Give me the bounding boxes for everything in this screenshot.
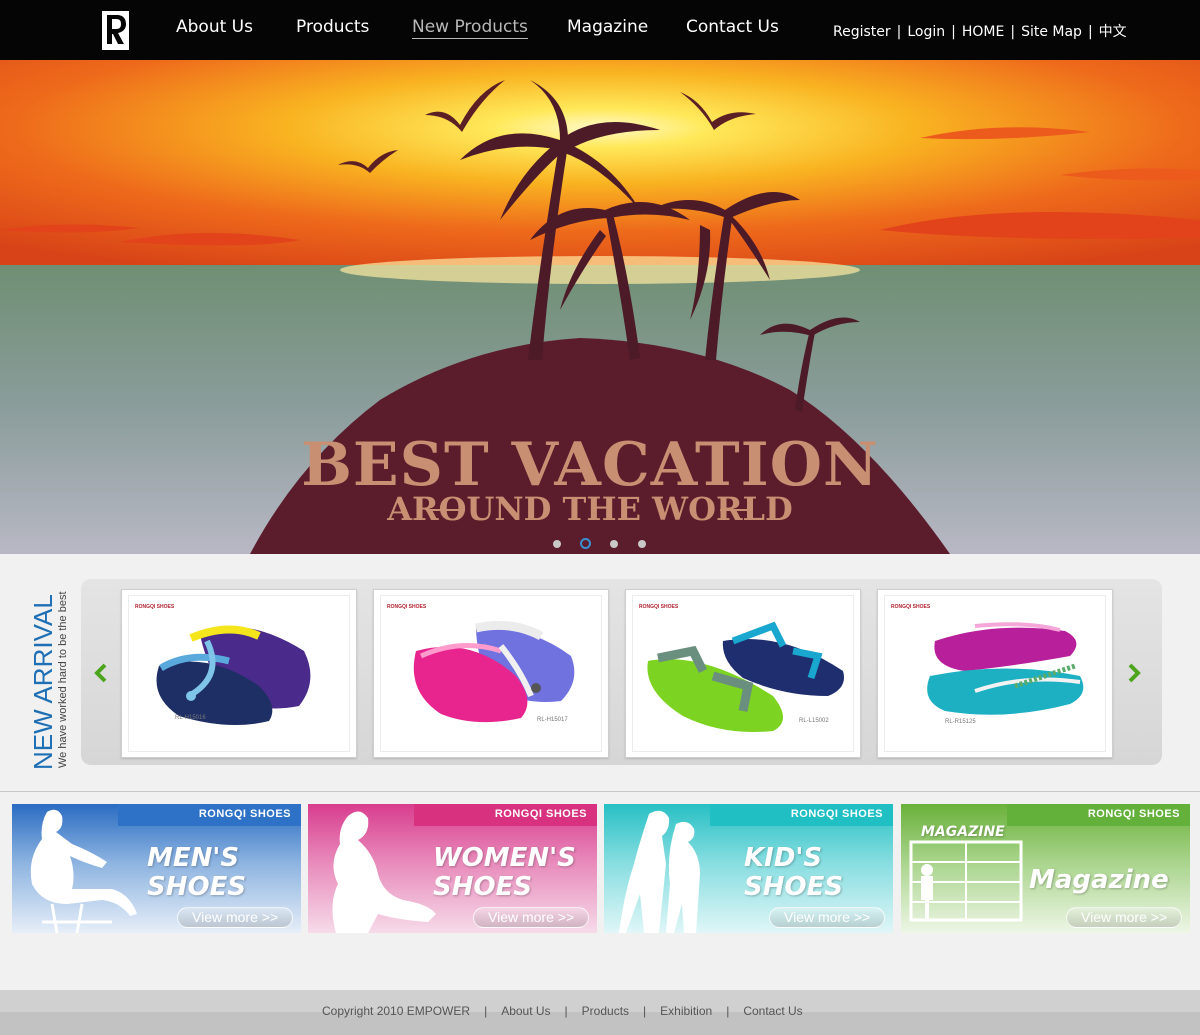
footer-links: Copyright 2010 EMPOWER | About Us | Products… bbox=[322, 1004, 803, 1018]
product-code: RL-R15125 bbox=[945, 719, 976, 725]
category-brand: RONGQI SHOES bbox=[198, 808, 291, 820]
home-link[interactable]: HOME bbox=[962, 24, 1004, 40]
login-link[interactable]: Login bbox=[907, 24, 945, 40]
footer-exhibition-link[interactable]: Exhibition bbox=[660, 1004, 712, 1018]
category-title-line1: WOMEN'S bbox=[433, 843, 576, 873]
category-womens-shoes[interactable]: RONGQI SHOES WOMEN'S SHOES View more >> bbox=[308, 804, 597, 933]
footer-separator: | bbox=[726, 1004, 730, 1018]
view-more-button[interactable]: View more >> bbox=[1066, 907, 1182, 928]
product-image-frame: RONGQI SHOES RL-H15016 bbox=[128, 595, 350, 752]
flip-flop-image bbox=[927, 622, 1084, 715]
register-link[interactable]: Register bbox=[833, 24, 891, 40]
view-more-button[interactable]: View more >> bbox=[473, 907, 589, 928]
product-image-frame: RONGQI SHOES RL-L15002 bbox=[632, 595, 854, 752]
carousel-next-arrow-icon[interactable] bbox=[1126, 663, 1142, 683]
nav-new-products[interactable]: New Products bbox=[412, 17, 528, 39]
footer-contact-us-link[interactable]: Contact Us bbox=[743, 1004, 802, 1018]
view-more-button[interactable]: View more >> bbox=[177, 907, 293, 928]
product-brand-mark: RONGQI SHOES bbox=[891, 604, 931, 610]
product-card[interactable]: RONGQI SHOES RL-R15125 bbox=[877, 589, 1113, 758]
product-card[interactable]: RONGQI SHOES RL-H15017 bbox=[373, 589, 609, 758]
slide-dot-2[interactable] bbox=[580, 538, 591, 549]
slide-indicators bbox=[553, 538, 653, 550]
product-code: RL-H15016 bbox=[175, 715, 206, 721]
new-arrival-title: NEW ARRIVAL bbox=[28, 594, 58, 770]
link-separator: | bbox=[951, 24, 956, 40]
man-sitting-silhouette-icon bbox=[30, 809, 137, 933]
category-brand: RONGQI SHOES bbox=[790, 808, 883, 820]
brand-logo[interactable] bbox=[102, 11, 129, 50]
category-title-line2: SHOES bbox=[744, 872, 844, 902]
category-title-line1: MEN'S bbox=[147, 843, 240, 873]
link-separator: | bbox=[896, 24, 902, 40]
footer-separator: | bbox=[643, 1004, 647, 1018]
product-brand-mark: RONGQI SHOES bbox=[387, 604, 427, 610]
carousel-prev-arrow-icon[interactable] bbox=[93, 663, 109, 683]
category-magazine[interactable]: RONGQI SHOES MAGAZINE Magazine View more… bbox=[901, 804, 1190, 933]
new-arrival-carousel: RONGQI SHOES RL-H15016 RONGQI SHOES RL-H… bbox=[81, 579, 1162, 765]
view-more-button[interactable]: View more >> bbox=[769, 907, 885, 928]
nav-products[interactable]: Products bbox=[296, 17, 369, 37]
category-title-line1: Magazine bbox=[1029, 865, 1169, 895]
product-card[interactable]: RONGQI SHOES RL-L15002 bbox=[625, 589, 861, 758]
hero-banner[interactable]: BEST VACATION AROUND THE WORLD bbox=[0, 60, 1200, 554]
banner-subline: AROUND THE WORLD bbox=[386, 490, 793, 528]
new-arrival-heading: NEW ARRIVAL We have worked hard to be th… bbox=[28, 591, 69, 770]
category-brand: RONGQI SHOES bbox=[1087, 808, 1180, 820]
footer-copyright: Copyright 2010 EMPOWER bbox=[322, 1004, 471, 1018]
slide-dot-4[interactable] bbox=[638, 540, 646, 548]
section-divider bbox=[0, 791, 1200, 792]
product-image-frame: RONGQI SHOES RL-R15125 bbox=[884, 595, 1106, 752]
category-title-line2: SHOES bbox=[433, 872, 533, 902]
category-mens-shoes[interactable]: RONGQI SHOES MEN'S SHOES View more >> bbox=[12, 804, 301, 933]
product-brand-mark: RONGQI SHOES bbox=[639, 604, 679, 610]
nav-magazine[interactable]: Magazine bbox=[567, 17, 648, 37]
product-brand-mark: RONGQI SHOES bbox=[135, 604, 175, 610]
footer-separator: | bbox=[564, 1004, 568, 1018]
link-separator: | bbox=[1087, 24, 1093, 40]
product-code: RL-H15017 bbox=[537, 717, 568, 723]
footer-products-link[interactable]: Products bbox=[582, 1004, 629, 1018]
kids-silhouette-icon bbox=[619, 810, 700, 933]
utility-links: Register | Login | HOME | Site Map | 中文 bbox=[833, 21, 1127, 41]
footer-separator: | bbox=[484, 1004, 488, 1018]
sandal-image bbox=[647, 621, 844, 732]
clog-shoe-image bbox=[413, 620, 575, 723]
category-brand: RONGQI SHOES bbox=[494, 808, 587, 820]
category-kids-shoes[interactable]: RONGQI SHOES KID'S SHOES View more >> bbox=[604, 804, 893, 933]
top-header: About Us Products New Products Magazine … bbox=[0, 0, 1200, 60]
sunset-island-illustration: BEST VACATION AROUND THE WORLD bbox=[0, 60, 1200, 554]
clog-shoe-image bbox=[156, 625, 311, 725]
woman-sitting-silhouette-icon bbox=[332, 811, 436, 933]
nav-contact-us[interactable]: Contact Us bbox=[686, 17, 779, 37]
footer-about-us-link[interactable]: About Us bbox=[501, 1004, 550, 1018]
new-arrival-tagline: We have worked hard to be the best bbox=[57, 591, 69, 768]
category-title-line2: SHOES bbox=[147, 872, 247, 902]
product-code: RL-L15002 bbox=[799, 718, 829, 724]
category-brand-strip: RONGQI SHOES bbox=[1007, 804, 1190, 826]
link-separator: | bbox=[1010, 24, 1016, 40]
slide-dot-3[interactable] bbox=[610, 540, 618, 548]
slide-dot-1[interactable] bbox=[553, 540, 561, 548]
sitemap-link[interactable]: Site Map bbox=[1021, 24, 1082, 40]
category-title-line1: KID'S bbox=[744, 843, 823, 873]
product-image-frame: RONGQI SHOES RL-H15017 bbox=[380, 595, 602, 752]
bookshelf-icon bbox=[909, 840, 1023, 922]
product-card[interactable]: RONGQI SHOES RL-H15016 bbox=[121, 589, 357, 758]
chinese-language-link[interactable]: 中文 bbox=[1099, 24, 1127, 40]
nav-about-us[interactable]: About Us bbox=[176, 17, 253, 37]
